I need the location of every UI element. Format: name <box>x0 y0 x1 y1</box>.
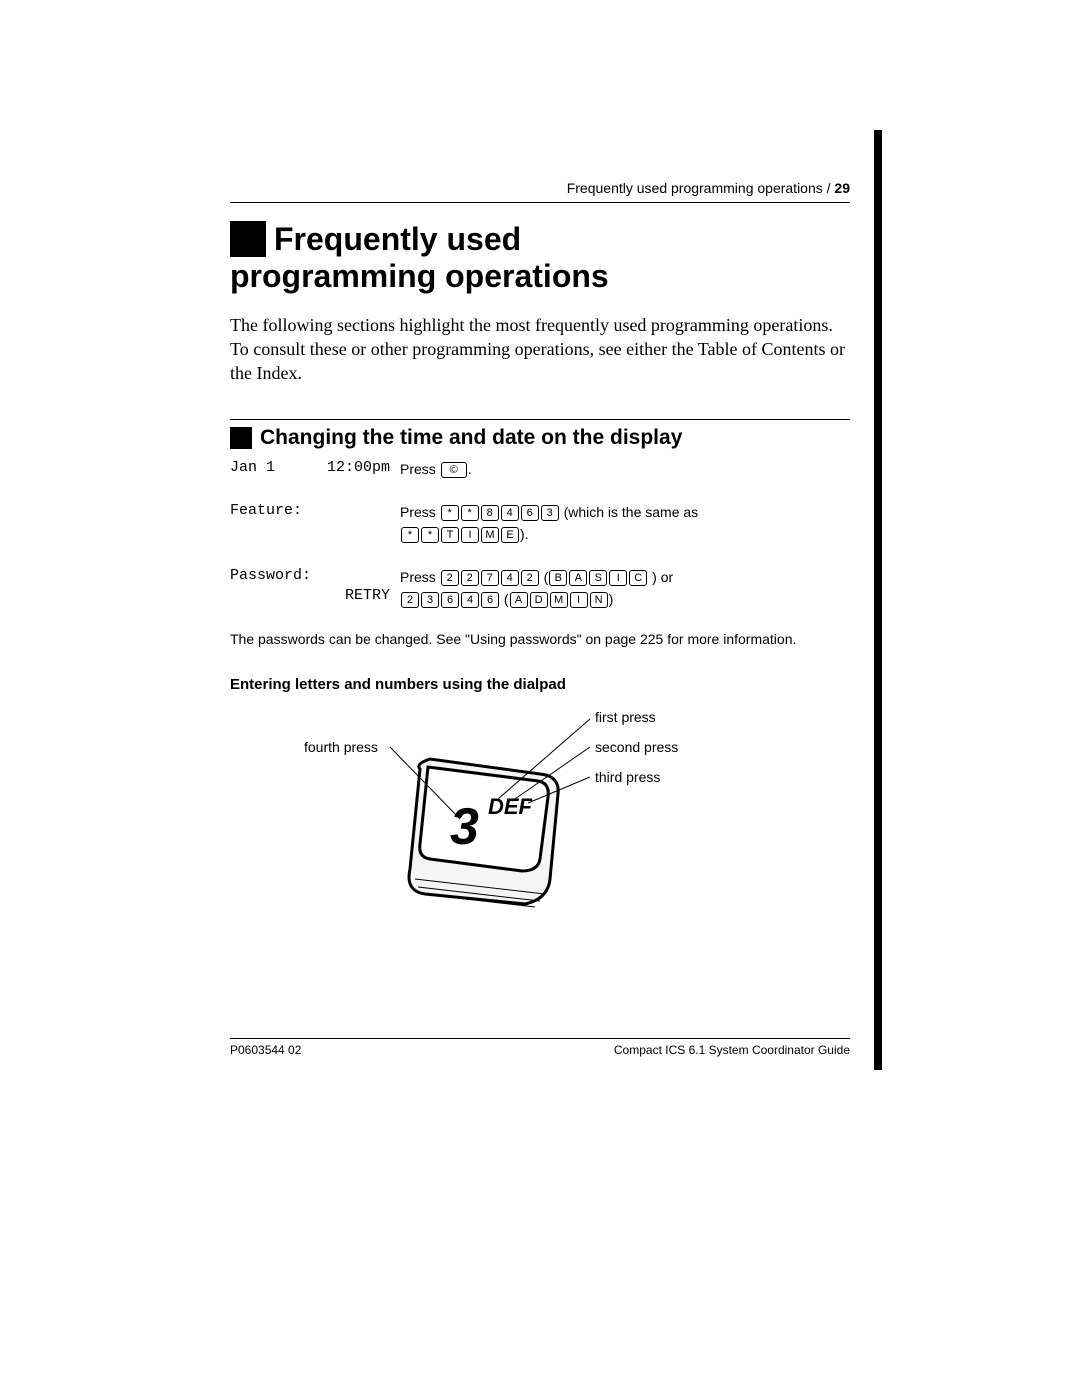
lcd-text: Feature: <box>230 502 302 519</box>
key-b: B <box>549 570 567 586</box>
step-row: Jan 1 12:00pm Press ©. <box>230 458 850 480</box>
section-square-icon <box>230 427 252 449</box>
dialpad-svg: 3 DEF <box>290 699 710 959</box>
step-row: Password: RETRY Press 22742 (BASIC ) or … <box>230 566 850 611</box>
chapter-title-line1: Frequently used <box>274 221 521 257</box>
key-e: E <box>501 527 519 543</box>
section-title-row: Changing the time and date on the displa… <box>230 426 850 450</box>
key-3: 3 <box>541 505 559 521</box>
running-head-text: Frequently used programming operations / <box>567 180 831 196</box>
key-2: 2 <box>461 570 479 586</box>
key-star: * <box>441 505 459 521</box>
footer-rule <box>230 1038 850 1039</box>
section-heading: Changing the time and date on the displa… <box>230 419 850 450</box>
intro-paragraph: The following sections highlight the mos… <box>230 313 850 386</box>
open-paren2: ( <box>500 591 509 607</box>
key-6: 6 <box>441 592 459 608</box>
key-m: M <box>481 527 499 543</box>
key-3: 3 <box>421 592 439 608</box>
label-first-press: first press <box>595 709 656 725</box>
lcd-text: Password: <box>230 566 390 586</box>
close-paren: ). <box>520 526 529 542</box>
document-page: Frequently used programming operations /… <box>0 0 1080 1397</box>
key-c: C <box>629 570 647 586</box>
key-star: * <box>401 527 419 543</box>
lcd-left: Jan 1 <box>230 458 275 478</box>
key-d: D <box>530 592 548 608</box>
header-rule <box>230 202 850 203</box>
open-paren: ( <box>540 569 549 585</box>
chapter-title-line2: programming operations <box>230 258 850 295</box>
dialpad-diagram: 3 DEF first press second press third pre… <box>290 699 850 959</box>
key-n: N <box>590 592 608 608</box>
lcd-display: Jan 1 12:00pm <box>230 458 390 478</box>
step-instruction: Press ©. <box>400 458 472 480</box>
close-paren2: ) <box>609 591 614 607</box>
step-instruction: Press 22742 (BASIC ) or 23646 (ADMIN) <box>400 566 673 611</box>
key-a: A <box>510 592 528 608</box>
key-2: 2 <box>441 570 459 586</box>
page-footer: P0603544 02 Compact ICS 6.1 System Coord… <box>230 1038 850 1057</box>
tab-edge <box>874 130 882 1070</box>
period: . <box>468 461 472 477</box>
feature-key-icon: © <box>441 462 467 478</box>
key-6: 6 <box>521 505 539 521</box>
lcd-display: Password: RETRY <box>230 566 390 607</box>
lcd-softkey: RETRY <box>230 586 390 606</box>
key-4: 4 <box>461 592 479 608</box>
key-a: A <box>569 570 587 586</box>
running-head: Frequently used programming operations /… <box>230 180 850 196</box>
password-note: The passwords can be changed. See "Using… <box>230 630 850 650</box>
label-fourth-press: fourth press <box>304 739 378 755</box>
key-t: T <box>441 527 459 543</box>
lcd-display: Feature: <box>230 501 390 521</box>
press-label: Press <box>400 569 436 585</box>
press-label: Press <box>400 504 436 520</box>
mid-text: (which is the same as <box>560 504 699 520</box>
step-instruction: Press **8463 (which is the same as **TIM… <box>400 501 698 546</box>
label-third-press: third press <box>595 769 660 785</box>
close-or: ) or <box>648 569 673 585</box>
chapter-title: Frequently used programming operations <box>230 221 850 295</box>
key-digit: 3 <box>450 798 479 856</box>
key-2: 2 <box>401 592 419 608</box>
key-2: 2 <box>521 570 539 586</box>
key-6: 6 <box>481 592 499 608</box>
section-title: Changing the time and date on the displa… <box>260 426 682 449</box>
key-4: 4 <box>501 570 519 586</box>
dialpad-subhead: Entering letters and numbers using the d… <box>230 676 850 693</box>
key-i: I <box>609 570 627 586</box>
key-8: 8 <box>481 505 499 521</box>
page-number: 29 <box>834 180 850 196</box>
footer-left: P0603544 02 <box>230 1043 301 1057</box>
key-7: 7 <box>481 570 499 586</box>
key-s: S <box>589 570 607 586</box>
key-star: * <box>461 505 479 521</box>
key-star: * <box>421 527 439 543</box>
key-i: I <box>570 592 588 608</box>
section-rule <box>230 419 850 420</box>
lcd-right: 12:00pm <box>327 458 390 478</box>
key-i: I <box>461 527 479 543</box>
press-label: Press <box>400 461 436 477</box>
step-row: Feature: Press **8463 (which is the same… <box>230 501 850 546</box>
footer-right: Compact ICS 6.1 System Coordinator Guide <box>614 1043 850 1057</box>
chapter-square-icon <box>230 221 266 257</box>
key-m: M <box>550 592 568 608</box>
key-letters: DEF <box>488 794 533 819</box>
key-4: 4 <box>501 505 519 521</box>
label-second-press: second press <box>595 739 678 755</box>
